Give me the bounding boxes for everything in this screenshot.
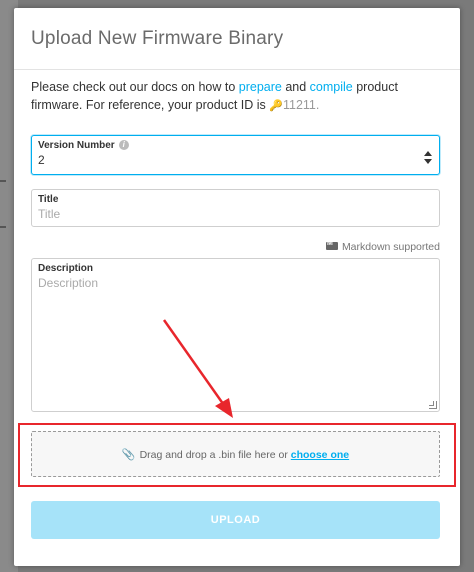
- prepare-link[interactable]: prepare: [239, 80, 282, 94]
- markdown-icon: [325, 240, 338, 250]
- dropzone-text: Drag and drop a .bin file here or: [139, 449, 291, 461]
- version-number-label-text: Version Number: [38, 140, 115, 151]
- product-id: 11211.: [282, 98, 320, 112]
- upload-firmware-modal: Upload New Firmware Binary Please check …: [14, 8, 460, 566]
- intro-text-part: and: [281, 80, 310, 94]
- markdown-note-text: Markdown supported: [341, 241, 440, 253]
- backdrop-mark: [0, 226, 6, 228]
- description-label: Description: [38, 263, 94, 274]
- choose-file-link[interactable]: choose one: [291, 449, 349, 461]
- version-number-label: Version Number i: [38, 140, 129, 151]
- version-number-input[interactable]: [38, 153, 415, 167]
- description-field[interactable]: Description: [31, 258, 440, 412]
- firmware-dropzone[interactable]: 📎 Drag and drop a .bin file here or choos…: [31, 431, 440, 477]
- info-icon[interactable]: i: [118, 140, 129, 150]
- modal-header: Upload New Firmware Binary: [14, 8, 460, 70]
- modal-title: Upload New Firmware Binary: [31, 28, 284, 49]
- chevron-up-icon[interactable]: [424, 151, 432, 156]
- backdrop-mark: [0, 180, 6, 182]
- compile-link[interactable]: compile: [310, 80, 353, 94]
- paperclip-icon: 📎: [121, 449, 136, 461]
- key-icon: 🔑: [269, 100, 283, 112]
- title-input[interactable]: [38, 207, 415, 221]
- version-stepper[interactable]: [423, 151, 433, 165]
- title-label: Title: [38, 194, 59, 205]
- chevron-down-icon[interactable]: [424, 159, 432, 164]
- intro-text-part: Please check out our docs on how to: [31, 80, 239, 94]
- description-input[interactable]: [38, 276, 415, 406]
- markdown-note: Markdown supported: [325, 240, 440, 253]
- title-field[interactable]: Title: [31, 189, 440, 227]
- resize-handle[interactable]: [429, 401, 437, 409]
- version-number-field[interactable]: Version Number i: [31, 135, 440, 175]
- intro-text: Please check out our docs on how to prep…: [31, 78, 441, 115]
- upload-button[interactable]: UPLOAD: [31, 501, 440, 539]
